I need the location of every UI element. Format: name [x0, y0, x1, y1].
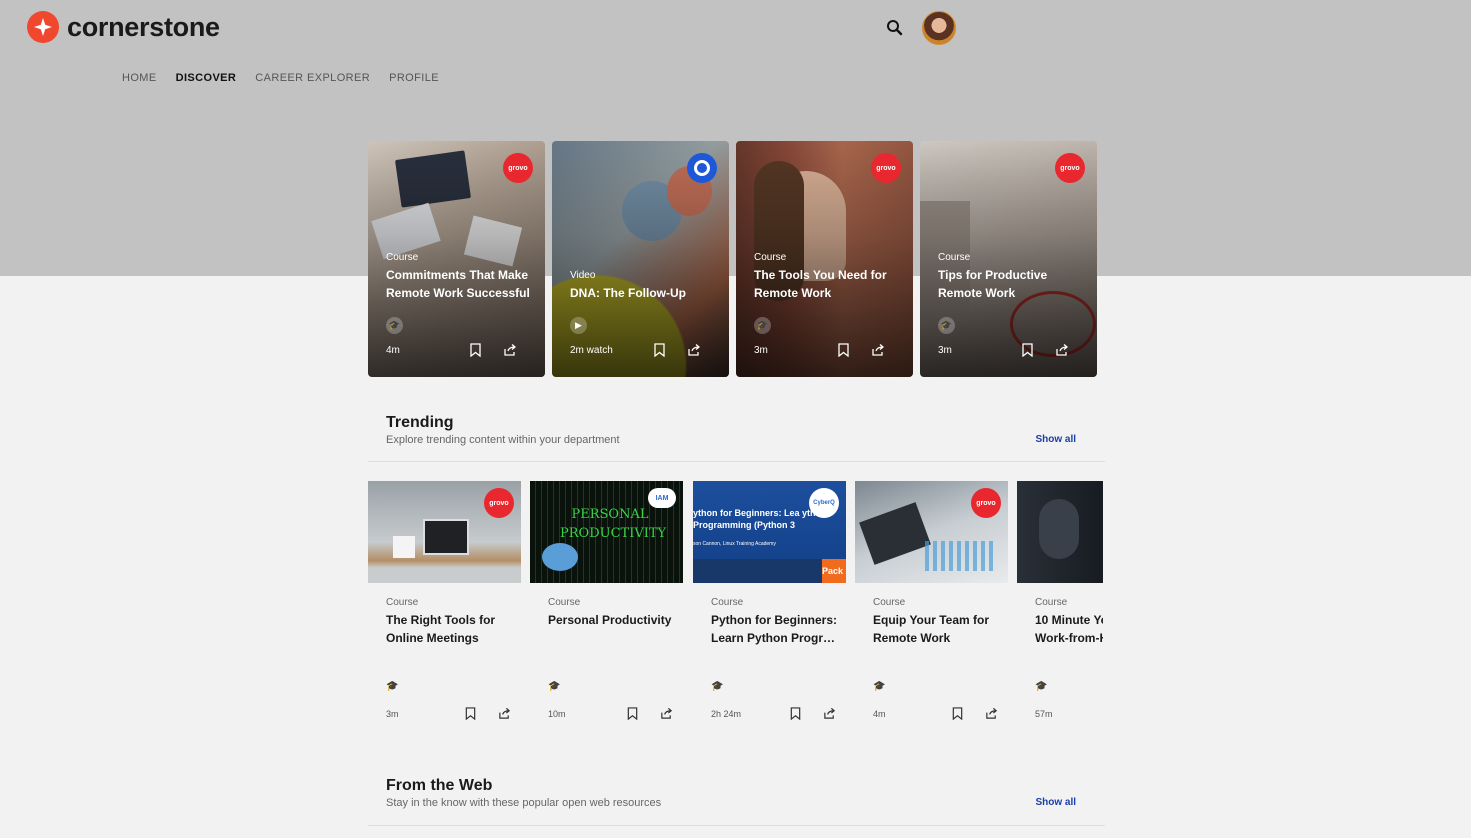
- bookmark-icon[interactable]: [838, 343, 849, 357]
- trending-card[interactable]: ython for Beginners: Lea ython Programmi…: [693, 481, 846, 741]
- trending-header: Trending Explore trending content within…: [386, 414, 1076, 446]
- play-icon: ▶: [570, 317, 587, 334]
- trending-card[interactable]: grovo Course Equip Your Team for Remote …: [855, 481, 1008, 741]
- featured-card[interactable]: grovo Course Commitments That Make Remot…: [368, 141, 545, 377]
- main-nav: HOME DISCOVER CAREER EXPLORER PROFILE: [122, 72, 439, 84]
- share-icon[interactable]: [1055, 343, 1069, 357]
- bookmark-icon[interactable]: [627, 707, 638, 720]
- share-icon[interactable]: [660, 707, 673, 720]
- section-subtitle: Stay in the know with these popular open…: [386, 797, 662, 809]
- graduation-cap-icon: 🎓: [754, 317, 771, 334]
- provider-badge: grovo: [871, 153, 901, 183]
- graduation-cap-icon: 🎓: [386, 317, 403, 334]
- card-duration: 10m: [548, 709, 566, 719]
- trending-card[interactable]: grovo Course The Right Tools for Online …: [368, 481, 521, 741]
- share-icon[interactable]: [687, 343, 701, 357]
- graduation-cap-icon: 🎓: [938, 317, 955, 334]
- graduation-cap-icon: 🎓: [386, 681, 399, 692]
- publisher-badge: Pack: [822, 559, 846, 583]
- provider-badge: IAM: [648, 488, 676, 508]
- card-duration: 3m: [938, 345, 952, 356]
- divider: [368, 461, 1105, 462]
- divider: [368, 825, 1105, 826]
- provider-badge: grovo: [971, 488, 1001, 518]
- card-duration: 3m: [754, 345, 768, 356]
- nav-home[interactable]: HOME: [122, 72, 157, 84]
- search-icon[interactable]: [884, 17, 906, 39]
- card-title: Commitments That Make Remote Work Succes…: [386, 268, 530, 300]
- card-title: The Tools You Need for Remote Work: [754, 268, 887, 300]
- card-thumbnail: PERSONAL PRODUCTIVITY IAM: [530, 481, 683, 583]
- user-avatar[interactable]: [922, 11, 956, 45]
- show-all-link[interactable]: Show all: [1035, 434, 1076, 445]
- nav-career-explorer[interactable]: CAREER EXPLORER: [255, 72, 370, 84]
- featured-card[interactable]: grovo Course Tips for Productive Remote …: [920, 141, 1097, 377]
- card-duration: 57m: [1035, 709, 1053, 719]
- provider-badge: CyberQ: [809, 488, 839, 518]
- graduation-cap-icon: 🎓: [711, 681, 724, 692]
- card-title: Equip Your Team for Remote Work: [873, 613, 990, 645]
- card-type: Course: [386, 252, 419, 263]
- card-type: Course: [873, 597, 906, 608]
- card-type: Course: [386, 597, 419, 608]
- card-type: Course: [938, 252, 971, 263]
- section-subtitle: Explore trending content within your dep…: [386, 434, 620, 446]
- featured-carousel: grovo Course Commitments That Make Remot…: [368, 141, 1097, 377]
- card-title: DNA: The Follow-Up: [570, 286, 686, 300]
- bookmark-icon[interactable]: [654, 343, 665, 357]
- bookmark-icon[interactable]: [465, 707, 476, 720]
- card-title: Personal Productivity: [548, 613, 672, 627]
- card-title: The Right Tools for Online Meetings: [386, 613, 496, 645]
- thumbnail-text: PERSONAL PRODUCTIVITY: [560, 507, 667, 541]
- graduation-cap-icon: 🎓: [548, 681, 561, 692]
- card-duration: 3m: [386, 709, 399, 719]
- card-type: Course: [711, 597, 744, 608]
- trending-card[interactable]: Course 10 Minute Yoga for Work-from-Home…: [1017, 481, 1103, 741]
- card-duration: 4m: [873, 709, 886, 719]
- card-thumbnail: [1017, 481, 1103, 583]
- share-icon[interactable]: [498, 707, 511, 720]
- bookmark-icon[interactable]: [790, 707, 801, 720]
- trending-card[interactable]: PERSONAL PRODUCTIVITY IAM Course Persona…: [530, 481, 683, 741]
- share-icon[interactable]: [871, 343, 885, 357]
- thumbnail-subtext: son Cannon, Linux Training Academy: [693, 541, 776, 547]
- card-duration: 4m: [386, 345, 400, 356]
- provider-badge: grovo: [503, 153, 533, 183]
- cornerstone-logo[interactable]: cornerstone: [27, 11, 220, 43]
- card-thumbnail: grovo: [855, 481, 1008, 583]
- featured-card[interactable]: Video DNA: The Follow-Up ▶ 2m watch: [552, 141, 729, 377]
- provider-badge: grovo: [484, 488, 514, 518]
- nav-profile[interactable]: PROFILE: [389, 72, 439, 84]
- card-title: Tips for Productive Remote Work: [938, 268, 1048, 300]
- section-title: From the Web: [386, 777, 493, 794]
- card-thumbnail: grovo: [368, 481, 521, 583]
- show-all-link[interactable]: Show all: [1035, 797, 1076, 808]
- card-duration: 2h 24m: [711, 709, 742, 719]
- share-icon[interactable]: [823, 707, 836, 720]
- card-duration: 2m watch: [570, 345, 613, 356]
- bookmark-icon[interactable]: [952, 707, 963, 720]
- provider-badge: grovo: [1055, 153, 1085, 183]
- provider-badge: [687, 153, 717, 183]
- card-thumbnail: ython for Beginners: Lea ython Programmi…: [693, 481, 846, 583]
- share-icon[interactable]: [985, 707, 998, 720]
- bookmark-icon[interactable]: [1022, 343, 1033, 357]
- featured-card[interactable]: grovo Course The Tools You Need for Remo…: [736, 141, 913, 377]
- card-title: 10 Minute Yoga for Work-from-Home Life: [1035, 613, 1103, 645]
- card-title: Python for Beginners: Learn Python Progr…: [711, 613, 838, 645]
- logo-mark-icon: [27, 11, 59, 43]
- nav-discover[interactable]: DISCOVER: [176, 72, 237, 84]
- graduation-cap-icon: 🎓: [1035, 681, 1048, 692]
- from-web-header: From the Web Stay in the know with these…: [386, 777, 1076, 809]
- logo-text: cornerstone: [67, 11, 220, 42]
- section-title: Trending: [386, 414, 454, 431]
- graduation-cap-icon: 🎓: [873, 681, 886, 692]
- card-type: Course: [1035, 597, 1068, 608]
- bookmark-icon[interactable]: [470, 343, 481, 357]
- share-icon[interactable]: [503, 343, 517, 357]
- card-type: Course: [548, 597, 581, 608]
- card-type: Video: [570, 270, 596, 281]
- card-type: Course: [754, 252, 787, 263]
- trending-carousel: grovo Course The Right Tools for Online …: [368, 481, 1103, 741]
